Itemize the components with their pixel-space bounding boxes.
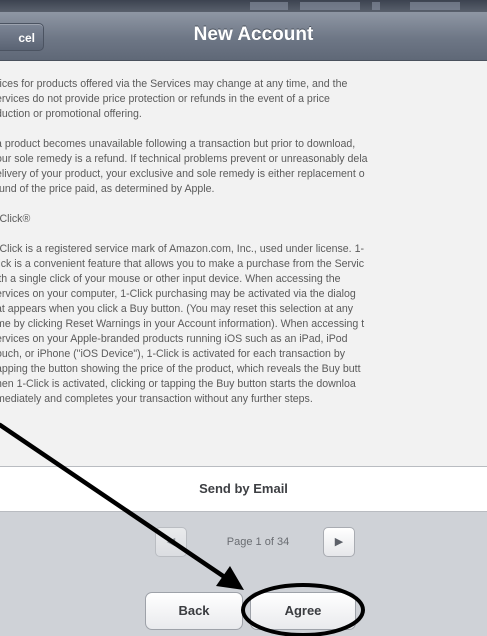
next-page-button[interactable]: ▶ <box>323 527 355 557</box>
email-row: Send by Email <box>0 466 487 512</box>
terms-panel[interactable]: rices for products offered via the Servi… <box>0 61 487 466</box>
triangle-right-icon: ▶ <box>334 536 344 548</box>
page-indicator: Page 1 of 34 <box>226 536 290 548</box>
page-title: New Account <box>193 24 314 45</box>
terms-paragraph-1-click: -Click is a registered service mark of A… <box>0 243 365 405</box>
terms-paragraph-refund: a product becomes unavailable following … <box>0 138 368 195</box>
back-button[interactable]: Back <box>145 592 243 630</box>
triangle-left-icon: ◀ <box>166 536 176 548</box>
background-strip <box>0 0 487 12</box>
terms-text: rices for products offered via the Servi… <box>0 77 487 422</box>
terms-heading-1-click: -Click® <box>0 213 31 225</box>
send-by-email-button[interactable]: Send by Email <box>0 467 487 511</box>
previous-page-button[interactable]: ◀ <box>155 527 187 557</box>
agree-button[interactable]: Agree <box>250 592 356 630</box>
action-bar: Back Agree <box>0 592 487 636</box>
page-navigator: ◀ Page 1 of 34 ▶ <box>0 525 487 565</box>
ipad-screen: New Account cel rices for products offer… <box>0 0 487 636</box>
cancel-button[interactable]: cel <box>0 23 44 51</box>
terms-paragraph-price: rices for products offered via the Servi… <box>0 78 348 120</box>
navigation-bar: New Account cel <box>0 12 487 61</box>
